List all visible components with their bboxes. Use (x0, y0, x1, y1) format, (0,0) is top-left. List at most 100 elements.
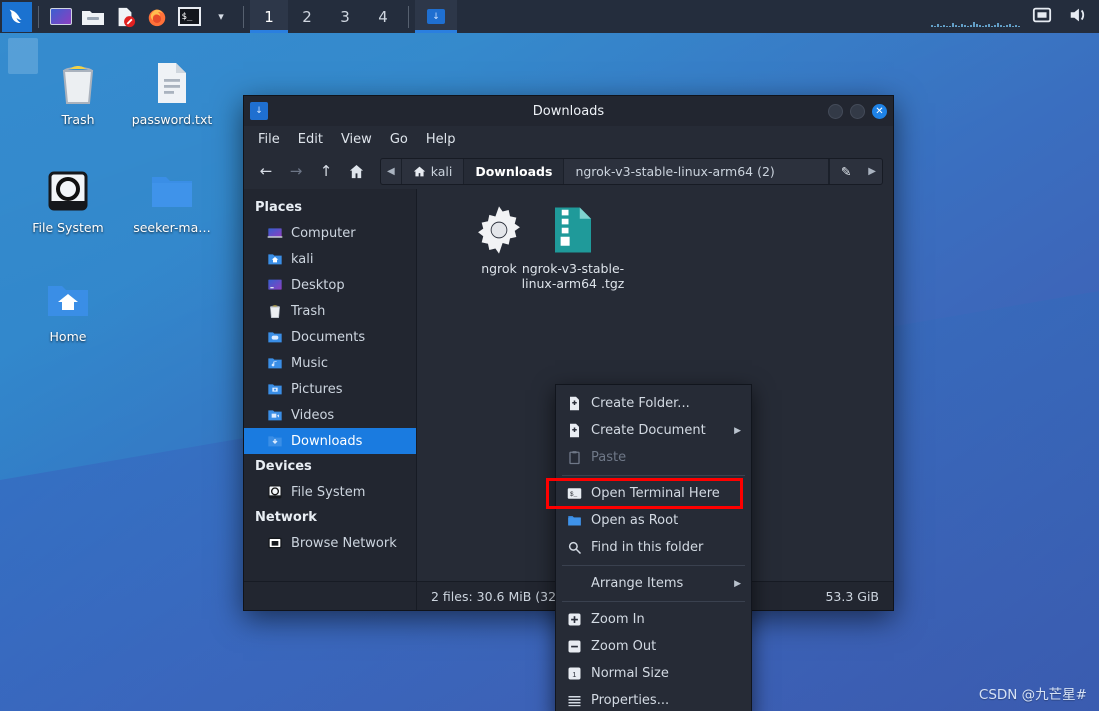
menu-item-properties[interactable]: Properties... (556, 687, 751, 711)
svg-text:$_: $_ (570, 491, 578, 498)
folder-icon (567, 513, 582, 528)
sidebar-item-desktop[interactable]: Desktop (244, 272, 416, 298)
menu-item-label: Create Document (591, 423, 706, 438)
menu-item-arrange-items[interactable]: Arrange Items ▶ (556, 570, 751, 597)
edit-path-button[interactable]: ✎ (828, 158, 862, 184)
sidebar-item-videos[interactable]: Videos (244, 402, 416, 428)
sidebar-item-trash[interactable]: Trash (244, 298, 416, 324)
sidebar-item-documents[interactable]: Documents (244, 324, 416, 350)
menu-item-icon (566, 450, 582, 466)
desktop-icon (267, 277, 283, 293)
menubar-item-file[interactable]: File (258, 132, 280, 147)
menubar-item-edit[interactable]: Edit (298, 132, 323, 147)
sidebar-item-label: Desktop (291, 277, 345, 293)
window-icon: ↓ (250, 102, 268, 120)
menu-item-find-in-this-folder[interactable]: Find in this folder (556, 534, 751, 561)
breadcrumb-item-0[interactable]: kali (402, 158, 465, 184)
workspace-button-3[interactable]: 3 (326, 0, 364, 33)
volume-icon[interactable] (1067, 5, 1089, 29)
launcher-text-editor[interactable] (110, 3, 140, 31)
close-button[interactable]: ✕ (872, 103, 887, 119)
menu-item-label: Properties... (591, 693, 670, 708)
window-titlebar[interactable]: ↓ Downloads ✕ (244, 96, 893, 126)
breadcrumb-scroll-right[interactable]: ▶ (862, 159, 882, 184)
system-tray (931, 5, 1099, 29)
launcher-display[interactable] (46, 3, 76, 31)
launcher-terminal[interactable]: $_ (174, 3, 204, 31)
breadcrumb-item-2[interactable]: ngrok-v3-stable-linux-arm64 (2) (564, 158, 829, 184)
desktop-icon[interactable]: Trash (26, 55, 130, 127)
desktop-icon[interactable]: password.txt (120, 55, 224, 127)
workspace-button-2[interactable]: 2 (288, 0, 326, 33)
window-toolbar: ← → ↑ ◀ kali Downloads ngrok-v3-stable-linu… (244, 153, 893, 189)
breadcrumb-item-1[interactable]: Downloads (464, 158, 565, 184)
applications-menu-button[interactable] (2, 1, 32, 32)
sidebar-item-icon (266, 407, 283, 424)
workspace-button-1[interactable]: 1 (250, 0, 288, 33)
menu-item-open-terminal-here[interactable]: $_ Open Terminal Here (546, 478, 751, 509)
breadcrumb[interactable]: ◀ kali Downloads ngrok-v3-stable-linux-arm6… (380, 157, 883, 185)
submenu-arrow-icon: ▶ (734, 578, 741, 589)
menu-item-zoom-in[interactable]: Zoom In (556, 606, 751, 633)
computer-icon (267, 225, 283, 241)
home-icon (413, 165, 426, 178)
menu-item-open-as-root[interactable]: Open as Root (556, 507, 751, 534)
menubar-item-go[interactable]: Go (390, 132, 408, 147)
launcher-file-manager[interactable] (78, 3, 108, 31)
sidebar-item-computer[interactable]: Computer (244, 220, 416, 246)
panel-separator-2 (243, 5, 244, 28)
home-button[interactable] (344, 159, 368, 183)
taskbar-window-downloads[interactable]: ↓ (415, 0, 457, 33)
desktop-icon[interactable]: Home (16, 272, 120, 344)
menu-item-label: Find in this folder (591, 540, 704, 555)
sidebar-item-downloads[interactable]: Downloads (244, 428, 416, 454)
file-item-label: ngrok-v3-stable-linux-arm64 .tgz (521, 261, 625, 291)
music-folder-icon (267, 355, 283, 371)
desktop-icon[interactable]: File System (16, 163, 120, 235)
menu-item-create-document[interactable]: Create Document ▶ (556, 417, 751, 444)
launcher-chevron-button[interactable]: ▾ (206, 3, 236, 31)
sidebar-item-label: File System (291, 484, 366, 500)
minimize-button[interactable] (828, 103, 843, 119)
sidebar-item-kali[interactable]: kali (244, 246, 416, 272)
submenu-arrow-icon: ▶ (734, 425, 741, 436)
menubar-item-help[interactable]: Help (426, 132, 456, 147)
menu-item-zoom-out[interactable]: Zoom Out (556, 633, 751, 660)
menu-item-normal-size[interactable]: 1 Normal Size (556, 660, 751, 687)
breadcrumb-scroll-left[interactable]: ◀ (381, 158, 402, 184)
workspace-button-4[interactable]: 4 (364, 0, 402, 33)
context-menu[interactable]: Create Folder... Create Document ▶ Paste $_ O… (546, 384, 752, 711)
folder-icon (82, 10, 104, 25)
sidebar-item-browse-network[interactable]: Browse Network (244, 530, 416, 556)
sidebar-item-icon (266, 329, 283, 346)
new-document-icon (567, 423, 582, 438)
up-button[interactable]: ↑ (314, 159, 338, 183)
launcher-firefox[interactable] (142, 3, 172, 31)
desktop-icon[interactable]: seeker-ma… (120, 163, 224, 235)
maximize-button[interactable] (850, 103, 865, 119)
menu-item-label: Open as Root (591, 513, 679, 528)
breadcrumb-label: kali (430, 163, 453, 179)
status-free-space: 53.3 GiB (825, 588, 879, 604)
archive-icon (546, 203, 600, 257)
menu-separator (562, 565, 745, 566)
sidebar-group-header-places: Places (255, 200, 303, 215)
trash-icon (54, 59, 102, 107)
sidebar-item-pictures[interactable]: Pictures (244, 376, 416, 402)
menu-item-create-folder[interactable]: Create Folder... (556, 390, 751, 417)
downloads-folder-icon: ↓ (255, 106, 263, 116)
menu-item-paste: Paste (556, 444, 751, 471)
sidebar-item-file-system[interactable]: File System (244, 479, 416, 505)
status-selection-info: 2 files: 30.6 MiB (32 (431, 588, 557, 604)
harddisk-icon (44, 167, 92, 215)
menu-item-icon (566, 423, 582, 439)
menubar-item-view[interactable]: View (341, 132, 372, 147)
back-button[interactable]: ← (254, 159, 278, 183)
network-icon[interactable] (1031, 5, 1053, 29)
places-sidebar: Places Computer kali Desktop Trash Documents M… (244, 189, 417, 581)
file-item[interactable]: ngrok-v3-stable-linux-arm64 .tgz (509, 199, 637, 291)
sidebar-item-icon (266, 277, 283, 294)
sidebar-item-music[interactable]: Music (244, 350, 416, 376)
sidebar-item-icon (266, 484, 283, 501)
forward-button[interactable]: → (284, 159, 308, 183)
